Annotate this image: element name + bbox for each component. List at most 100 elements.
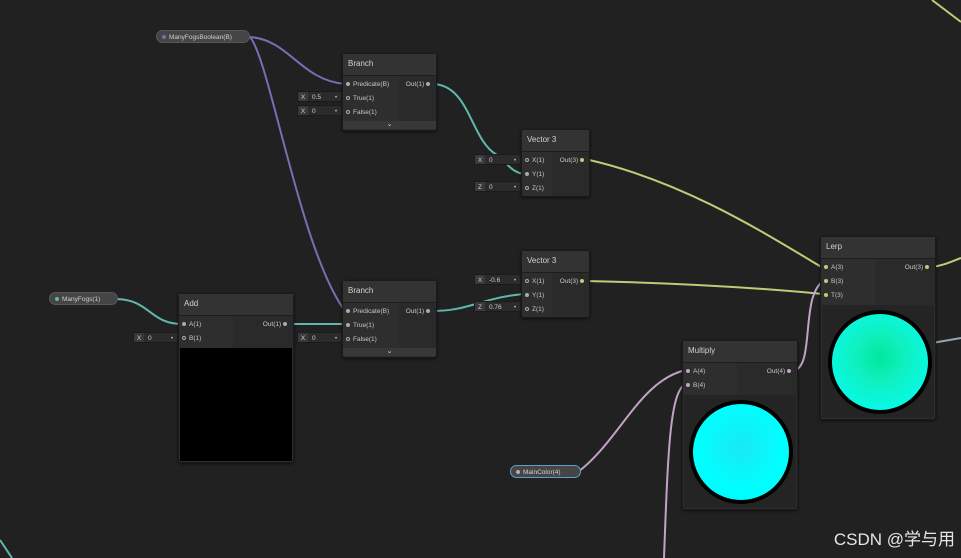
output-out[interactable]: Out(3) bbox=[905, 264, 932, 271]
property-label: MainColor(4) bbox=[523, 469, 561, 476]
port-dot-icon bbox=[686, 369, 690, 374]
preview-sphere bbox=[828, 310, 932, 414]
wire-manyfogs-to-add bbox=[116, 298, 183, 325]
wire-vector3-bottom-to-lerp-b bbox=[584, 280, 824, 295]
port-dot-icon bbox=[525, 307, 529, 312]
port-dot-icon bbox=[346, 323, 350, 328]
vector3-bottom-x-field[interactable]: X -0.6 • bbox=[474, 274, 521, 285]
multiply-preview bbox=[684, 395, 796, 508]
output-out[interactable]: Out(3) bbox=[560, 157, 587, 164]
input-predicate[interactable]: Predicate(B) bbox=[346, 308, 389, 315]
input-b[interactable]: B(4) bbox=[686, 382, 705, 389]
input-z[interactable]: Z(1) bbox=[525, 185, 544, 192]
port-dot-icon bbox=[525, 279, 529, 284]
port-dot-icon bbox=[346, 309, 350, 314]
input-a[interactable]: A(3) bbox=[824, 264, 843, 271]
port-dot-icon bbox=[525, 186, 529, 191]
input-y[interactable]: Y(1) bbox=[525, 171, 544, 178]
vector3-node-top[interactable]: Vector 3 X(1) Y(1) Z(1) Out(3) bbox=[521, 129, 590, 197]
port-dot-icon bbox=[516, 470, 520, 475]
wire-bool-to-branch-top bbox=[249, 36, 346, 85]
property-label: ManyFogs(1) bbox=[62, 296, 101, 303]
vector3-top-x-field[interactable]: X 0 • bbox=[474, 154, 521, 165]
input-t[interactable]: T(3) bbox=[824, 292, 843, 299]
chevron-down-icon: ⌄ bbox=[386, 121, 393, 128]
port-dot-icon bbox=[283, 322, 287, 327]
lerp-node[interactable]: Lerp A(3) B(3) T(3) Out(3) bbox=[820, 236, 936, 420]
collapse-footer[interactable]: ⌄ bbox=[343, 348, 436, 356]
input-true[interactable]: True(1) bbox=[346, 95, 374, 102]
node-title: Lerp bbox=[821, 237, 935, 259]
output-out[interactable]: Out(4) bbox=[767, 368, 794, 375]
branch-node-bottom[interactable]: Branch Predicate(B) True(1) False(1) Out… bbox=[342, 280, 437, 358]
add-preview bbox=[180, 348, 292, 461]
port-dot-icon bbox=[824, 279, 828, 284]
port-dot-icon bbox=[55, 297, 59, 302]
branch-top-false-field[interactable]: X 0 • bbox=[297, 105, 342, 116]
node-title: Add bbox=[179, 294, 293, 316]
collapse-footer[interactable]: ⌄ bbox=[343, 121, 436, 129]
input-a[interactable]: A(1) bbox=[182, 321, 201, 328]
port-dot-icon bbox=[525, 158, 529, 163]
port-dot-icon bbox=[346, 110, 350, 115]
chevron-down-icon: ⌄ bbox=[386, 348, 393, 355]
port-dot-icon bbox=[162, 35, 166, 40]
property-many-fogs-boolean[interactable]: ManyFogsBoolean(B) bbox=[156, 30, 250, 43]
node-title: Multiply bbox=[683, 341, 797, 363]
watermark: CSDN @学与用 bbox=[833, 530, 955, 549]
add-node[interactable]: Add A(1) B(1) Out(1) bbox=[178, 293, 294, 463]
vector3-bottom-z-field[interactable]: Z 0.76 • bbox=[474, 301, 521, 312]
branch-top-true-field[interactable]: X 0.5 • bbox=[297, 91, 342, 102]
add-b-field[interactable]: X 0 • bbox=[133, 332, 178, 343]
port-dot-icon bbox=[525, 172, 529, 177]
output-out[interactable]: Out(1) bbox=[406, 308, 433, 315]
input-true[interactable]: True(1) bbox=[346, 322, 374, 329]
lerp-preview bbox=[822, 305, 934, 418]
output-out[interactable]: Out(3) bbox=[560, 278, 587, 285]
port-dot-icon bbox=[426, 309, 430, 314]
node-title: Vector 3 bbox=[522, 251, 589, 273]
input-x[interactable]: X(1) bbox=[525, 157, 544, 164]
port-dot-icon bbox=[426, 82, 430, 87]
property-label: ManyFogsBoolean(B) bbox=[169, 34, 232, 41]
node-title: Branch bbox=[343, 281, 436, 303]
port-dot-icon bbox=[580, 279, 584, 284]
output-out[interactable]: Out(1) bbox=[263, 321, 290, 328]
property-main-color[interactable]: MainColor(4) bbox=[510, 465, 581, 478]
node-title: Vector 3 bbox=[522, 130, 589, 152]
wire-vector3-top-to-lerp-a bbox=[584, 158, 824, 269]
branch-bottom-false-field[interactable]: X 0 • bbox=[297, 332, 342, 343]
input-predicate[interactable]: Predicate(B) bbox=[346, 81, 389, 88]
property-many-fogs[interactable]: ManyFogs(1) bbox=[49, 292, 118, 305]
wire-top-right bbox=[931, 0, 961, 23]
port-dot-icon bbox=[346, 96, 350, 101]
input-b[interactable]: B(3) bbox=[824, 278, 843, 285]
input-y[interactable]: Y(1) bbox=[525, 292, 544, 299]
port-dot-icon bbox=[182, 322, 186, 327]
port-dot-icon bbox=[580, 158, 584, 163]
preview-sphere bbox=[689, 400, 793, 504]
input-a[interactable]: A(4) bbox=[686, 368, 705, 375]
port-dot-icon bbox=[182, 336, 186, 341]
input-b[interactable]: B(1) bbox=[182, 335, 201, 342]
port-dot-icon bbox=[346, 82, 350, 87]
port-dot-icon bbox=[346, 337, 350, 342]
vector3-top-z-field[interactable]: Z 0 • bbox=[474, 181, 521, 192]
input-x[interactable]: X(1) bbox=[525, 278, 544, 285]
input-false[interactable]: False(1) bbox=[346, 336, 377, 343]
node-title: Branch bbox=[343, 54, 436, 76]
output-out[interactable]: Out(1) bbox=[406, 81, 433, 88]
wire-maincolor-to-multiply-a bbox=[577, 369, 687, 473]
wire-lerp-out bbox=[931, 257, 961, 268]
port-dot-icon bbox=[824, 293, 828, 298]
port-dot-icon bbox=[925, 265, 929, 270]
port-dot-icon bbox=[824, 265, 828, 270]
port-dot-icon bbox=[525, 293, 529, 298]
multiply-node[interactable]: Multiply A(4) B(4) Out(4) bbox=[682, 340, 798, 510]
vector3-node-bottom[interactable]: Vector 3 X(1) Y(1) Z(1) Out(3) bbox=[521, 250, 590, 318]
port-dot-icon bbox=[686, 383, 690, 388]
input-z[interactable]: Z(1) bbox=[525, 306, 544, 313]
input-false[interactable]: False(1) bbox=[346, 109, 377, 116]
branch-node-top[interactable]: Branch Predicate(B) True(1) False(1) Out… bbox=[342, 53, 437, 131]
wire-bottom-left bbox=[0, 539, 13, 558]
